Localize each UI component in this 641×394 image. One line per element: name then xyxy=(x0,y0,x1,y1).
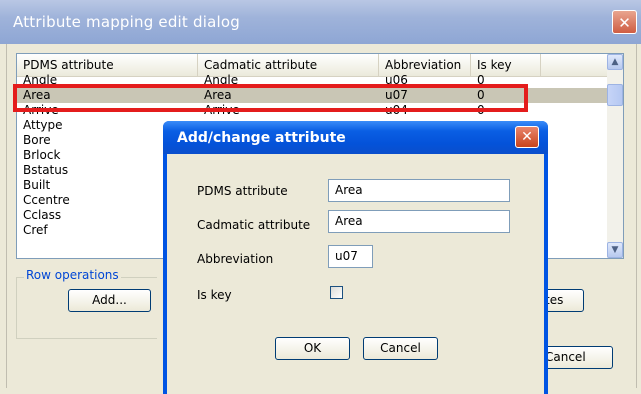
table-cell-pdms: Attype xyxy=(23,118,63,132)
cadmatic-attribute-input[interactable]: Area xyxy=(328,210,510,233)
table-cell-pdms: Built xyxy=(23,178,51,192)
main-title-bar[interactable]: Attribute mapping edit dialog ✕ xyxy=(0,0,641,44)
table-cell-pdms: Bstatus xyxy=(23,163,69,177)
scroll-thumb[interactable] xyxy=(607,84,623,106)
sub-cancel-button[interactable]: Cancel xyxy=(363,337,438,360)
pdms-attribute-input[interactable]: Area xyxy=(328,179,510,202)
pdms-attribute-label: PDMS attribute xyxy=(197,184,288,198)
abbreviation-input[interactable]: u07 xyxy=(328,245,373,268)
main-close-icon[interactable]: ✕ xyxy=(612,10,637,34)
add-change-attribute-dialog: Add/change attribute ✕ PDMS attribute Ar… xyxy=(163,121,548,394)
table-cell-pdms: Brlock xyxy=(23,148,61,162)
scroll-up-icon[interactable]: ▲ xyxy=(607,54,623,70)
is-key-label: Is key xyxy=(197,288,232,302)
sub-close-icon[interactable]: ✕ xyxy=(515,126,539,148)
sub-title-bar[interactable]: Add/change attribute ✕ xyxy=(163,121,548,154)
table-cell-pdms: Bore xyxy=(23,133,51,147)
main-cancel-button[interactable]: Cancel xyxy=(540,346,613,369)
row-operations-label: Row operations xyxy=(24,268,121,282)
abbreviation-label: Abbreviation xyxy=(197,252,274,266)
table-cell-pdms: Ccentre xyxy=(23,193,70,207)
sub-dialog-title: Add/change attribute xyxy=(177,130,346,146)
is-key-checkbox[interactable] xyxy=(330,286,343,299)
ok-button[interactable]: OK xyxy=(275,337,350,360)
table-cell-pdms: Cclass xyxy=(23,208,62,222)
scroll-down-icon[interactable]: ▼ xyxy=(607,242,623,258)
table-cell-pdms: Cref xyxy=(23,223,48,237)
vertical-scrollbar[interactable]: ▲ ▼ xyxy=(607,54,623,258)
selected-row-highlight xyxy=(13,84,528,112)
cadmatic-attribute-label: Cadmatic attribute xyxy=(197,218,311,232)
main-dialog-title: Attribute mapping edit dialog xyxy=(13,13,240,31)
add-button[interactable]: Add... xyxy=(68,289,151,312)
sub-dialog-body: PDMS attribute Area Cadmatic attribute A… xyxy=(167,154,544,394)
